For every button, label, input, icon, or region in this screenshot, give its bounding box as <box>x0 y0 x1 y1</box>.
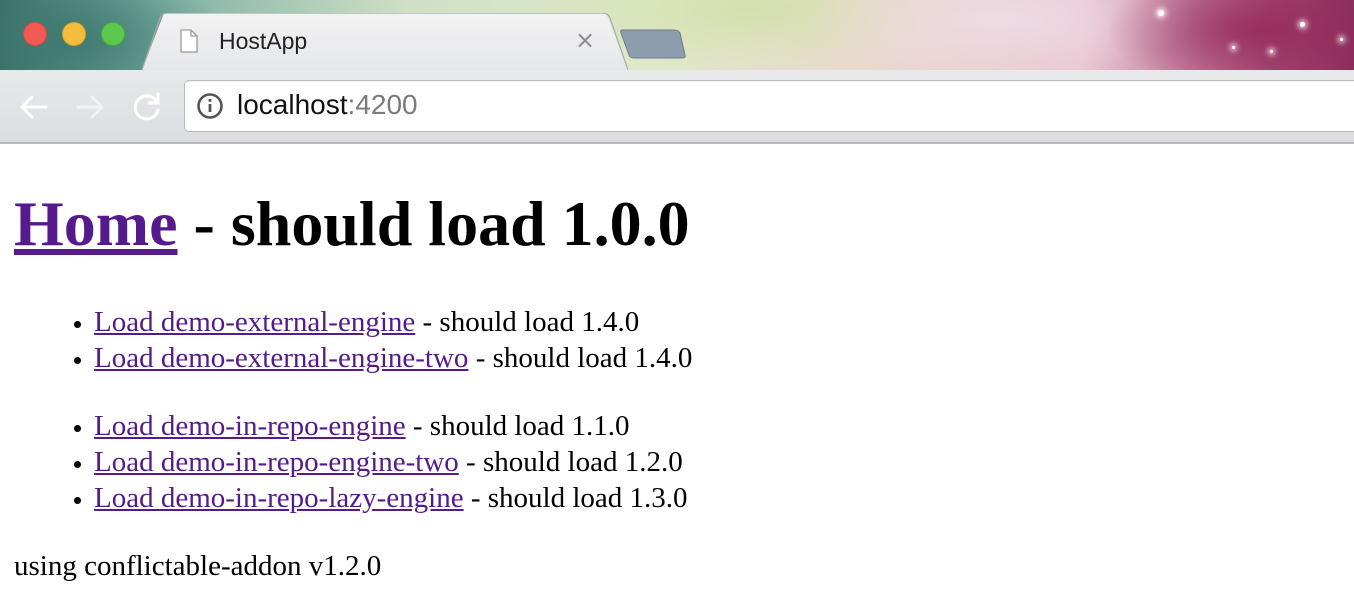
list-item: Load demo-external-engine - should load … <box>94 304 692 340</box>
list-item: Load demo-external-engine-two - should l… <box>94 340 692 376</box>
new-tab-button[interactable] <box>620 29 686 59</box>
background-sparkle <box>1232 46 1235 49</box>
info-icon[interactable] <box>196 92 224 120</box>
addon-version-text: using conflictable-addon v1.2.0 <box>14 550 382 582</box>
external-engines-list: Load demo-external-engine - should load … <box>0 304 692 376</box>
document-icon <box>180 29 198 53</box>
load-demo-in-repo-engine-two-link[interactable]: Load demo-in-repo-engine-two <box>94 446 459 478</box>
window-maximize-button[interactable] <box>101 22 125 46</box>
url-host: localhost <box>237 89 348 120</box>
load-demo-external-engine-link[interactable]: Load demo-external-engine <box>94 306 415 338</box>
list-item-text: - should load 1.4.0 <box>468 342 693 374</box>
list-item: Load demo-in-repo-engine - should load 1… <box>94 408 688 444</box>
tab-title: HostApp <box>219 28 308 54</box>
load-demo-in-repo-engine-link[interactable]: Load demo-in-repo-engine <box>94 410 406 442</box>
window-close-button[interactable] <box>23 22 47 46</box>
in-repo-engines-list: Load demo-in-repo-engine - should load 1… <box>0 408 688 516</box>
page-content: Home - should load 1.0.0 Load demo-exter… <box>0 144 1354 610</box>
forward-arrow-icon[interactable] <box>73 90 107 124</box>
page-title-text: - should load 1.0.0 <box>177 188 690 259</box>
list-item: Load demo-in-repo-lazy-engine - should l… <box>94 480 688 516</box>
load-demo-external-engine-two-link[interactable]: Load demo-external-engine-two <box>94 342 468 374</box>
background-sparkle <box>1158 10 1164 16</box>
background-sparkle <box>1270 50 1273 53</box>
background-sparkle <box>1300 22 1305 27</box>
load-demo-in-repo-lazy-engine-link[interactable]: Load demo-in-repo-lazy-engine <box>94 482 464 514</box>
home-link[interactable]: Home <box>14 188 178 259</box>
reload-icon[interactable] <box>130 90 164 124</box>
list-item-text: - should load 1.4.0 <box>415 306 640 338</box>
url-port: :4200 <box>347 89 418 120</box>
window-minimize-button[interactable] <box>62 22 86 46</box>
list-item-text: - should load 1.2.0 <box>458 446 683 478</box>
list-item: Load demo-in-repo-engine-two - should lo… <box>94 444 688 480</box>
background-sparkle <box>1340 38 1343 41</box>
tab-outline <box>142 13 628 70</box>
list-item-text: - should load 1.3.0 <box>463 482 688 514</box>
tab-close-icon[interactable]: × <box>573 28 597 52</box>
back-arrow-icon[interactable] <box>17 90 51 124</box>
page-title: Home - should load 1.0.0 <box>14 188 690 260</box>
address-url[interactable]: localhost:4200 <box>237 89 418 121</box>
list-item-text: - should load 1.1.0 <box>405 410 630 442</box>
